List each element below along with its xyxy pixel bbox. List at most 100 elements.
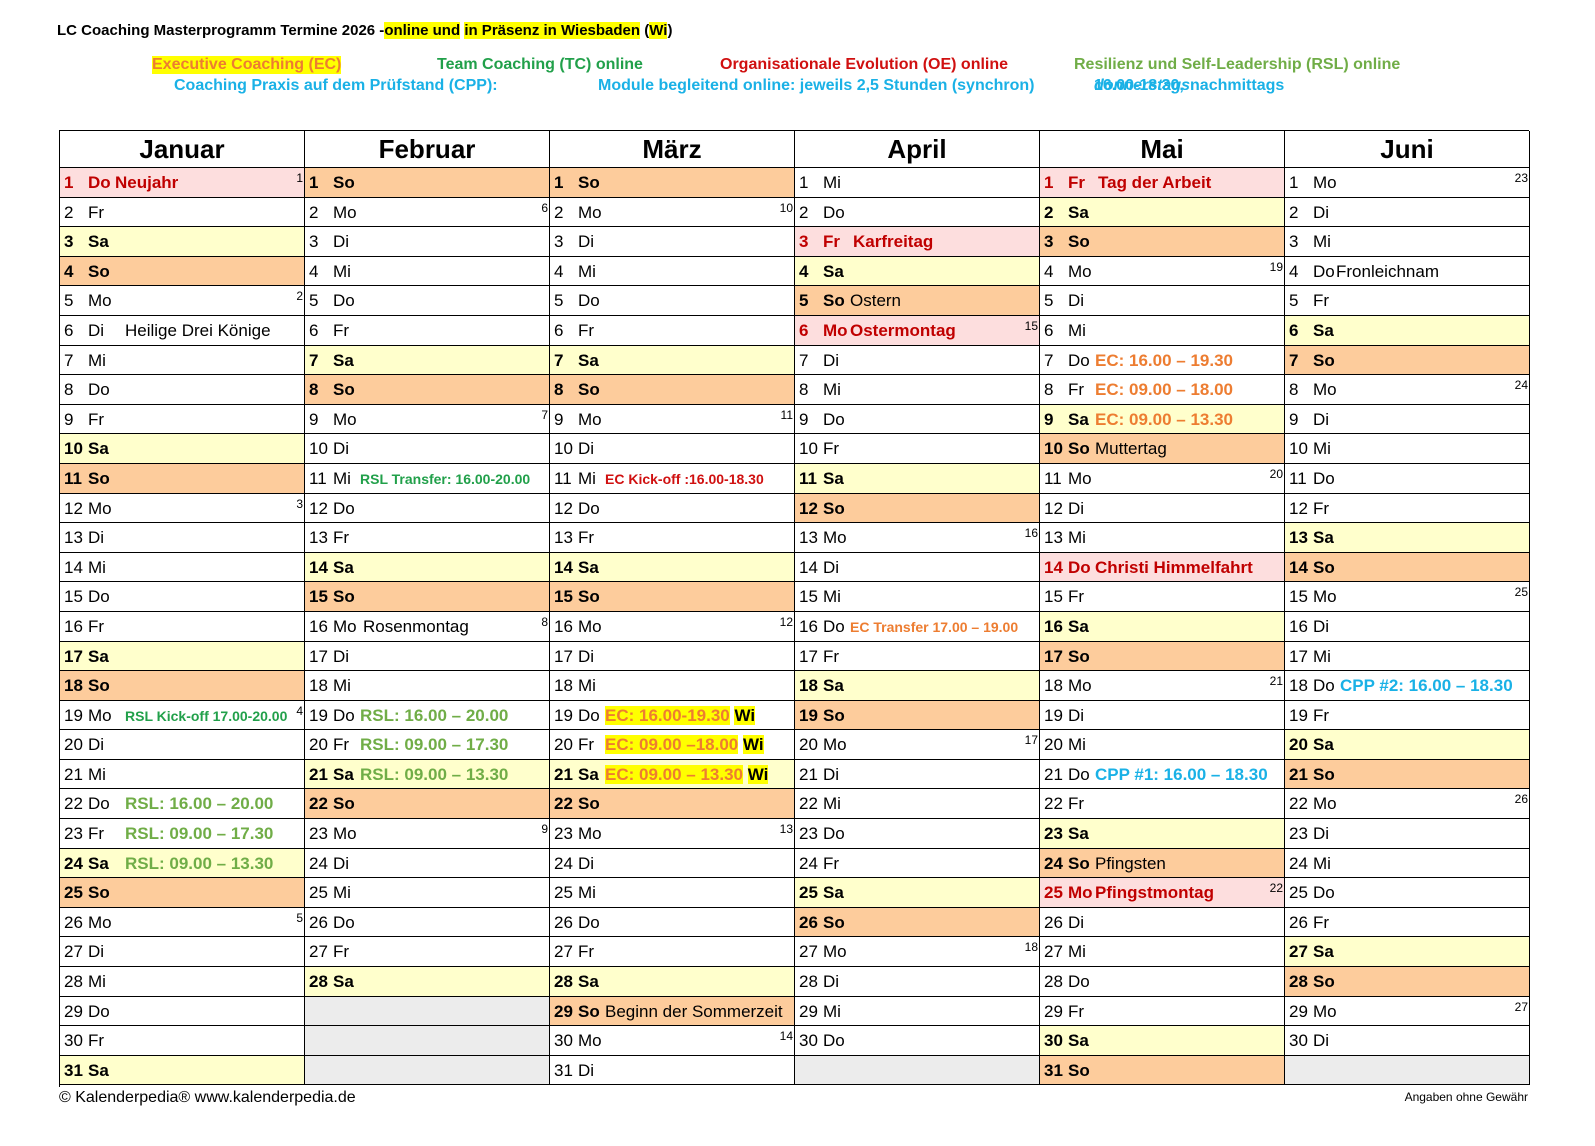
day-row: 20 Sa bbox=[1285, 730, 1530, 760]
day-row: 17 Fr bbox=[795, 641, 1040, 672]
day-row: 10 Di bbox=[305, 434, 550, 464]
weekday: Fr bbox=[88, 202, 105, 222]
day-number: 17 bbox=[1044, 646, 1063, 666]
day-row: 3 Fr Karfreitag bbox=[795, 227, 1040, 257]
weekday: Do bbox=[823, 824, 845, 844]
weekday: Mo bbox=[1313, 380, 1337, 400]
weekday: Fr bbox=[333, 735, 350, 755]
note-text: Rosenmontag bbox=[363, 616, 469, 636]
week-number: 17 bbox=[1024, 733, 1038, 748]
day-note: EC: 09.00 – 13.30 bbox=[1095, 405, 1233, 434]
day-row: 15 So bbox=[550, 582, 795, 612]
day-row: 17 Di bbox=[550, 641, 795, 672]
day-row: 20 Mi bbox=[1040, 730, 1285, 760]
week-number: 15 bbox=[1024, 318, 1038, 333]
weekday: Fr bbox=[823, 439, 840, 459]
day-row: 4 So bbox=[60, 256, 305, 287]
weekday: Fr bbox=[1068, 380, 1085, 400]
weekday: Mo bbox=[333, 202, 357, 222]
day-row: 13 Fr bbox=[550, 523, 795, 553]
day-row: 24 Di bbox=[550, 848, 795, 879]
day-number: 5 bbox=[309, 291, 319, 311]
day-number: 22 bbox=[64, 794, 83, 814]
day-number: 3 bbox=[64, 232, 74, 252]
weekday: Fr bbox=[823, 232, 840, 252]
weekday: Do bbox=[578, 705, 600, 725]
month-column-januar: Januar 1 Do Neujahr 1 2 Fr 3 Sa 4 So 5 Mo 2 6 Di Heilige… bbox=[60, 131, 305, 1087]
day-number: 21 bbox=[309, 764, 328, 784]
weekday: Fr bbox=[1313, 705, 1330, 725]
day-number: 21 bbox=[1044, 764, 1063, 784]
day-number: 23 bbox=[309, 824, 328, 844]
day-note: Pfingstmontag bbox=[1095, 878, 1214, 907]
day-number: 4 bbox=[1044, 261, 1054, 281]
day-row: 11 Mi EC Kick-off :16.00-18.30 bbox=[550, 463, 795, 494]
weekday: Fr bbox=[88, 824, 105, 844]
day-row: 23 Fr RSL: 09.00 – 17.30 bbox=[60, 819, 305, 849]
note-text: RSL: 09.00 – 17.30 bbox=[360, 735, 509, 755]
day-number: 11 bbox=[554, 468, 572, 488]
day-row: 23 Do bbox=[795, 819, 1040, 849]
day-row: 12 Do bbox=[305, 493, 550, 524]
day-number: 27 bbox=[554, 942, 573, 962]
day-number: 10 bbox=[554, 439, 573, 459]
day-row: 8 Mo 24 bbox=[1285, 375, 1530, 405]
day-number: 8 bbox=[1289, 380, 1299, 400]
week-number: 4 bbox=[296, 703, 303, 718]
day-number: 20 bbox=[309, 735, 328, 755]
weekday: Di bbox=[1068, 498, 1085, 518]
day-row: 30 Do bbox=[795, 1026, 1040, 1056]
day-row: 14 Di bbox=[795, 552, 1040, 583]
day-number: 6 bbox=[1044, 320, 1054, 340]
note-text: EC: 09.00 – 18.00 bbox=[1095, 380, 1233, 400]
day-row: 9 Mo 11 bbox=[550, 404, 795, 435]
day-row: 17 So bbox=[1040, 641, 1285, 672]
day-number: 14 bbox=[799, 557, 818, 577]
day-number: 22 bbox=[554, 794, 573, 814]
weekday: Di bbox=[333, 853, 350, 873]
weekday: Di bbox=[333, 646, 350, 666]
weekday: Do bbox=[1068, 972, 1090, 992]
weekday: So bbox=[1068, 439, 1090, 459]
day-row: 10 Di bbox=[550, 434, 795, 464]
day-number: 3 bbox=[1289, 232, 1299, 252]
day-row: 22 Fr bbox=[1040, 789, 1285, 820]
weekday: Mo bbox=[578, 824, 602, 844]
day-number: 2 bbox=[554, 202, 564, 222]
weekday: Mo bbox=[333, 824, 357, 844]
day-number: 25 bbox=[1044, 883, 1063, 903]
day-number: 12 bbox=[799, 498, 818, 518]
day-row: 20 Mo 17 bbox=[795, 730, 1040, 760]
weekday: So bbox=[88, 676, 110, 696]
day-row: 10 Mi bbox=[1285, 434, 1530, 464]
day-row: 9 Sa EC: 09.00 – 13.30 bbox=[1040, 404, 1285, 435]
day-number: 11 bbox=[799, 468, 817, 488]
weekday: Di bbox=[578, 1060, 595, 1080]
day-row: 12 Mo 3 bbox=[60, 493, 305, 524]
weekday: Di bbox=[333, 232, 350, 252]
month-header: Mai bbox=[1040, 131, 1285, 168]
day-number: 7 bbox=[309, 350, 319, 370]
weekday: Do bbox=[333, 498, 355, 518]
day-row: 10 So Muttertag bbox=[1040, 434, 1285, 464]
day-row: 5 Do bbox=[550, 286, 795, 316]
day-row: 4 Mi bbox=[305, 256, 550, 287]
day-note: EC: 09.00 – 13.30 Wi bbox=[605, 760, 769, 789]
day-row: 7 Mi bbox=[60, 345, 305, 376]
weekday: Fr bbox=[1313, 291, 1330, 311]
day-number: 13 bbox=[64, 528, 83, 548]
day-row: 8 So bbox=[305, 375, 550, 405]
day-row: 21 Sa EC: 09.00 – 13.30 Wi bbox=[550, 759, 795, 790]
day-number: 19 bbox=[309, 705, 328, 725]
weekday: So bbox=[1068, 853, 1090, 873]
weekday: Sa bbox=[1068, 409, 1089, 429]
day-number: 26 bbox=[1289, 912, 1308, 932]
weekday: Di bbox=[578, 646, 595, 666]
day-note: EC: 16.00 – 19.30 bbox=[1095, 346, 1233, 375]
day-number: 21 bbox=[799, 764, 818, 784]
weekday: Sa bbox=[823, 261, 844, 281]
day-row: 6 Sa bbox=[1285, 315, 1530, 346]
day-row: 13 Mo 16 bbox=[795, 523, 1040, 553]
day-row: 23 Di bbox=[1285, 819, 1530, 849]
weekday: Fr bbox=[88, 616, 105, 636]
